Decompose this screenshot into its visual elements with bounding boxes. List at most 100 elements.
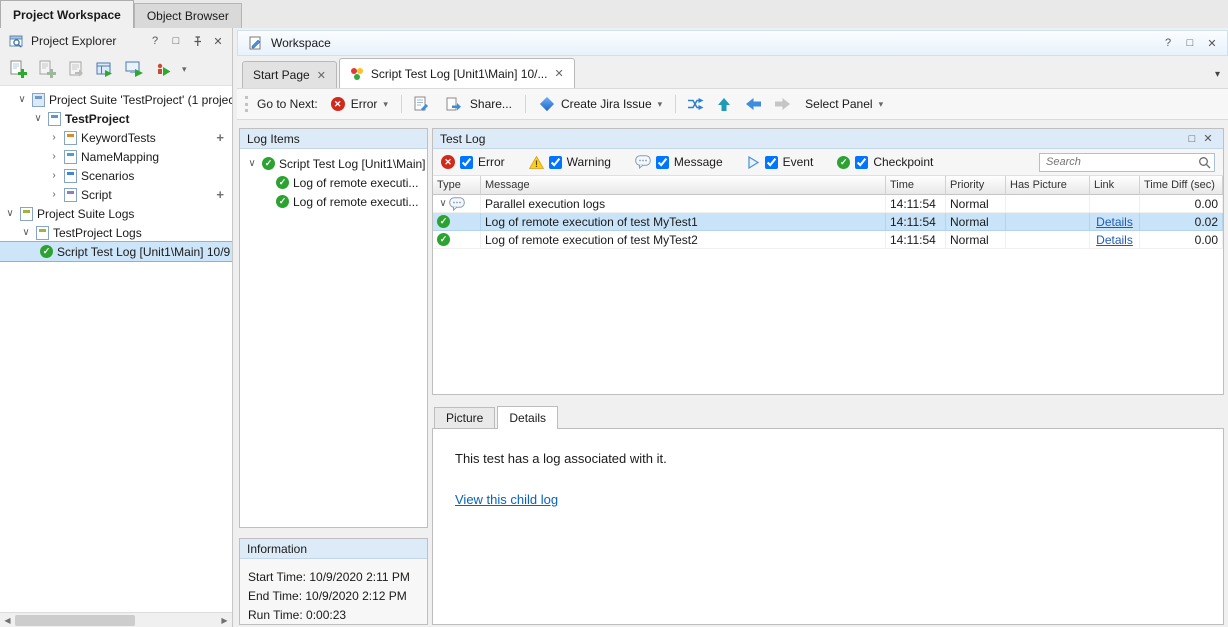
details-tab-bar: Picture Details — [432, 405, 1224, 428]
has-picture-cell — [1006, 213, 1090, 231]
column-header-time[interactable]: Time — [886, 176, 946, 195]
search-input[interactable] — [1039, 153, 1215, 172]
column-header-link[interactable]: Link — [1090, 176, 1140, 195]
share-label: Share... — [470, 97, 512, 111]
error-checkbox[interactable] — [460, 156, 473, 169]
log-table-row[interactable]: ✓ Log of remote execution of test MyTest… — [433, 231, 1223, 249]
time-cell: 14:11:54 — [886, 195, 946, 213]
collapse-icon[interactable]: ∨ — [437, 198, 449, 209]
horizontal-scrollbar[interactable]: ◀ ▶ — [0, 612, 232, 627]
back-icon[interactable] — [743, 94, 763, 114]
column-header-message[interactable]: Message — [481, 176, 886, 195]
tree-item-project-suite-logs[interactable]: ∨ Project Suite Logs — [0, 204, 232, 223]
tree-item-project-suite[interactable]: ∨ Project Suite 'TestProject' (1 project… — [0, 90, 232, 109]
help-button[interactable]: ? — [147, 33, 163, 49]
pin-icon[interactable] — [189, 33, 205, 49]
tree-item-script-test-log[interactable]: ✓ Script Test Log [Unit1\Main] 10/9 — [0, 242, 232, 261]
tab-list-caret-icon[interactable]: ▾ — [1215, 69, 1220, 80]
start-time-text: Start Time: 10/9/2020 2:11 PM — [248, 568, 419, 587]
add-new-project-suite-icon[interactable] — [8, 60, 28, 80]
tree-item-script[interactable]: › Script + — [0, 185, 232, 204]
open-file-icon[interactable] — [66, 60, 86, 80]
collapse-icon[interactable]: ∨ — [20, 227, 32, 238]
scroll-left-icon[interactable]: ◀ — [0, 613, 15, 627]
tab-script-test-log[interactable]: Script Test Log [Unit1\Main] 10/... ✕ — [339, 58, 575, 88]
log-filter-bar: ✕ Error ! Warning Message Even — [433, 149, 1223, 176]
event-checkbox[interactable] — [765, 156, 778, 169]
tab-object-browser[interactable]: Object Browser — [134, 3, 242, 28]
column-header-has-picture[interactable]: Has Picture — [1006, 176, 1090, 195]
tab-start-page[interactable]: Start Page ✕ — [242, 61, 337, 88]
log-table-row-selected[interactable]: ✓ Log of remote execution of test MyTest… — [433, 213, 1223, 231]
log-table-row[interactable]: ∨ Parallel execution logs 14:11:54 Norma… — [433, 195, 1223, 213]
share-button[interactable]: Share... — [440, 92, 516, 116]
tree-item-scenarios[interactable]: › Scenarios — [0, 166, 232, 185]
log-items-tree: ∨ ✓ Script Test Log [Unit1\Main] ✓ Log o… — [240, 149, 427, 527]
maximize-button[interactable]: □ — [1184, 131, 1200, 147]
search-icon[interactable] — [1198, 156, 1211, 169]
add-script-button[interactable]: + — [216, 187, 224, 202]
collapse-icon[interactable]: ∨ — [16, 94, 28, 105]
maximize-button[interactable]: □ — [1182, 35, 1198, 51]
up-one-level-icon[interactable] — [714, 94, 734, 114]
maximize-button[interactable]: □ — [168, 33, 184, 49]
add-keyword-test-button[interactable]: + — [216, 130, 224, 145]
workspace-title: Workspace — [271, 36, 1154, 50]
expand-icon[interactable]: › — [48, 170, 60, 181]
log-items-root[interactable]: ∨ ✓ Script Test Log [Unit1\Main] — [240, 154, 427, 173]
tree-item-keyword-tests[interactable]: › KeywordTests + — [0, 128, 232, 147]
run-project-suite-icon[interactable] — [124, 60, 144, 80]
create-jira-issue-button[interactable]: Create Jira Issue ▾ — [535, 95, 666, 113]
save-log-icon[interactable] — [411, 94, 431, 114]
go-to-next-error-button[interactable]: ✕ Error ▾ — [327, 95, 392, 113]
tree-item-name-mapping[interactable]: › NameMapping — [0, 147, 232, 166]
details-link[interactable]: Details — [1096, 215, 1133, 229]
add-item-to-project-icon[interactable] — [95, 60, 115, 80]
collapse-icon[interactable]: ∨ — [246, 158, 258, 169]
application-window: Project Workspace Object Browser Project… — [0, 0, 1228, 627]
scrollbar-thumb[interactable] — [15, 615, 135, 626]
forward-icon[interactable] — [772, 94, 792, 114]
tree-item-label: Project Suite 'TestProject' (1 project) — [49, 93, 232, 107]
close-button[interactable]: ✕ — [210, 33, 226, 49]
close-button[interactable]: ✕ — [1200, 131, 1216, 147]
project-icon — [48, 112, 61, 126]
tree-item-test-project-logs[interactable]: ∨ TestProject Logs — [0, 223, 232, 242]
expand-icon[interactable]: › — [48, 132, 60, 143]
warning-checkbox[interactable] — [549, 156, 562, 169]
message-checkbox[interactable] — [656, 156, 669, 169]
parallel-logs-icon[interactable] — [685, 94, 705, 114]
help-button[interactable]: ? — [1160, 35, 1176, 51]
checkpoint-checkbox[interactable] — [855, 156, 868, 169]
run-options-caret-icon[interactable]: ▾ — [182, 64, 187, 75]
scrollbar-track[interactable] — [15, 613, 217, 627]
success-check-icon: ✓ — [276, 195, 289, 208]
tab-details[interactable]: Details — [497, 406, 558, 429]
tab-project-workspace[interactable]: Project Workspace — [0, 0, 134, 28]
filter-checkpoint: ✓ Checkpoint — [837, 155, 933, 169]
expand-icon[interactable]: › — [48, 189, 60, 200]
details-link[interactable]: Details — [1096, 233, 1133, 247]
chevron-down-icon[interactable]: ▾ — [383, 99, 388, 110]
log-item-child[interactable]: ✓ Log of remote executi... — [240, 192, 427, 211]
collapse-icon[interactable]: ∨ — [4, 208, 16, 219]
expand-icon[interactable]: › — [48, 151, 60, 162]
column-header-priority[interactable]: Priority — [946, 176, 1006, 195]
log-item-child[interactable]: ✓ Log of remote executi... — [240, 173, 427, 192]
chevron-down-icon[interactable]: ▾ — [879, 99, 884, 110]
run-project-icon[interactable] — [153, 60, 173, 80]
tree-item-test-project[interactable]: ∨ TestProject — [0, 109, 232, 128]
add-new-project-icon[interactable] — [37, 60, 57, 80]
column-header-time-diff[interactable]: Time Diff (sec) — [1140, 176, 1223, 195]
collapse-icon[interactable]: ∨ — [32, 113, 44, 124]
select-panel-button[interactable]: Select Panel ▾ — [801, 95, 887, 113]
tab-label: Start Page — [253, 68, 310, 82]
close-button[interactable]: ✕ — [1204, 35, 1220, 51]
view-child-log-link[interactable]: View this child log — [455, 492, 558, 507]
chevron-down-icon[interactable]: ▾ — [658, 99, 663, 110]
column-header-type[interactable]: Type — [433, 176, 481, 195]
close-tab-icon[interactable]: ✕ — [554, 67, 563, 80]
tab-picture[interactable]: Picture — [434, 407, 495, 428]
close-tab-icon[interactable]: ✕ — [317, 69, 326, 82]
scroll-right-icon[interactable]: ▶ — [217, 613, 232, 627]
